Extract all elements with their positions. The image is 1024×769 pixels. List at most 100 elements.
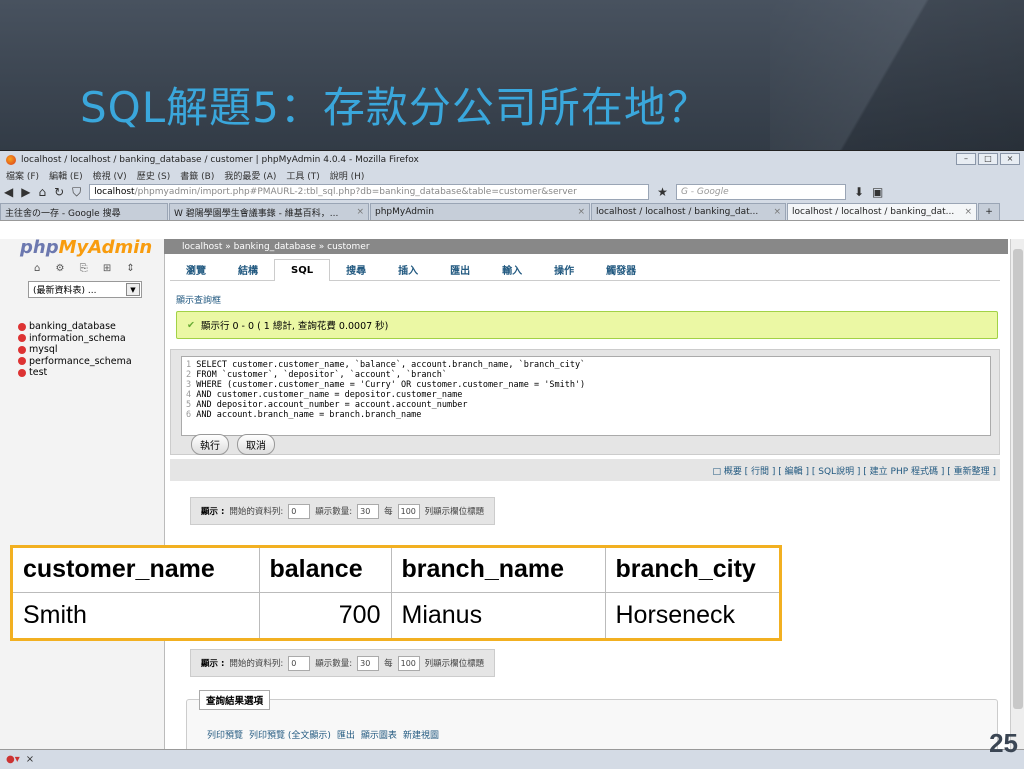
menu-favorites[interactable]: 我的最愛 (A) [224, 169, 276, 182]
menu-icon[interactable]: ▣ [872, 185, 883, 199]
tab-label: 匯出 [450, 266, 471, 277]
tab-search[interactable]: 搜尋 [330, 262, 382, 277]
recent-table-select[interactable]: (最新資料表) ... ▼ [28, 281, 142, 298]
display-chart-link[interactable]: 顯示圖表 [361, 728, 397, 741]
query-options-legend: 查詢結果選項 [199, 690, 271, 710]
db-label: test [29, 367, 48, 378]
tab-triggers[interactable]: 觸發器 [590, 262, 652, 277]
row-count-input[interactable]: 30 [357, 503, 380, 519]
menu-bookmarks[interactable]: 書籤 (B) [180, 169, 214, 182]
sidebar-toolbar-icons[interactable]: ⌂ ⚙ ⎘ ⊞ ⇕ [34, 263, 141, 274]
url-host: localhost [94, 187, 135, 197]
breadcrumb-text[interactable]: localhost » banking_database » customer [182, 242, 370, 252]
start-row-input[interactable]: 0 [288, 503, 311, 519]
row-count-input[interactable]: 30 [357, 655, 380, 671]
shield-icon[interactable]: ⛉ [72, 185, 81, 200]
tab-wikipedia[interactable]: W 碧陽學園學生會議事錄 - 維基百科，... × [169, 203, 369, 220]
tab-import[interactable]: 輸入 [486, 262, 538, 277]
tab-bar: 主往舍の一存 - Google 搜尋 W 碧陽學園學生會議事錄 - 維基百科，.… [0, 202, 1024, 221]
column-header[interactable]: branch_name [391, 548, 606, 593]
maximize-button[interactable]: □ [978, 153, 998, 165]
home-star-icon[interactable]: ★ [657, 185, 668, 199]
sql-line: AND depositor.account_number = account.a… [196, 400, 468, 410]
db-item[interactable]: banking_database [18, 321, 132, 333]
execute-button[interactable]: 執行 [191, 434, 229, 455]
close-tab-icon[interactable]: × [769, 207, 781, 217]
db-item[interactable]: performance_schema [18, 356, 132, 368]
tab-localhost-active[interactable]: localhost / localhost / banking_dat... × [787, 203, 977, 220]
tab-browse[interactable]: 瀏覽 [170, 262, 222, 277]
close-tab-icon[interactable]: × [352, 207, 364, 217]
browser-window: localhost / localhost / banking_database… [0, 150, 1024, 769]
search-input[interactable]: G - Google [675, 184, 846, 200]
back-icon[interactable]: ◀ [4, 185, 13, 199]
minimize-button[interactable]: – [956, 153, 976, 165]
table-cell: 700 [259, 592, 392, 638]
per-label: 每 [384, 659, 393, 669]
start-row-input[interactable]: 0 [288, 655, 311, 671]
menu-tools[interactable]: 工具 (T) [286, 169, 319, 182]
title-bar: localhost / localhost / banking_database… [0, 151, 1024, 168]
close-tab-icon[interactable]: × [960, 207, 972, 217]
column-header[interactable]: balance [259, 548, 392, 593]
db-label: information_schema [29, 332, 126, 344]
tab-export[interactable]: 匯出 [434, 262, 486, 277]
logo-myadmin: MyAdmin [58, 237, 153, 258]
column-header[interactable]: branch_city [605, 548, 779, 593]
cancel-button[interactable]: 取消 [237, 434, 275, 455]
repeat-headers-input[interactable]: 100 [397, 503, 420, 519]
breadcrumb: localhost » banking_database » customer [164, 239, 1008, 254]
print-view-link[interactable]: 列印預覽 [207, 728, 243, 741]
forward-icon[interactable]: ▶ [21, 185, 30, 199]
chevron-down-icon[interactable]: ▼ [126, 283, 140, 296]
export-link[interactable]: 匯出 [337, 728, 355, 741]
repeat-headers-input[interactable]: 100 [397, 655, 420, 671]
show-label: 顯示 : [201, 507, 225, 517]
addon-icon[interactable]: ●▾ [6, 754, 20, 765]
pagination-row-bottom: 顯示 : 開始的資料列: 0 顯示數量: 30 每 100 列顯示欄位標題 [190, 649, 496, 677]
tab-sql[interactable]: SQL [274, 258, 331, 281]
tab-localhost-1[interactable]: localhost / localhost / banking_dat... × [591, 203, 786, 220]
menu-view[interactable]: 檢視 (V) [93, 169, 127, 182]
scrollbar-thumb[interactable] [1013, 249, 1023, 709]
download-icon[interactable]: ⬇ [854, 185, 864, 199]
db-label: mysql [29, 344, 58, 355]
create-view-link[interactable]: 新建視圖 [403, 728, 439, 741]
column-header[interactable]: customer_name [13, 548, 260, 593]
pagination-row-top: 顯示 : 開始的資料列: 0 顯示數量: 30 每 100 列顯示欄位標題 [190, 497, 496, 525]
tab-label: localhost / localhost / banking_dat... [792, 207, 955, 217]
database-tree: banking_database information_schema mysq… [18, 321, 132, 379]
close-button[interactable]: × [1000, 153, 1020, 165]
show-query-box-link[interactable]: 顯示查詢框 [176, 293, 221, 306]
menu-file[interactable]: 檔案 (F) [6, 169, 39, 182]
menu-help[interactable]: 說明 (H) [330, 169, 365, 182]
sql-line: FROM `customer`, `depositor`, `account`,… [196, 370, 448, 380]
tab-operations[interactable]: 操作 [538, 262, 590, 277]
tab-structure[interactable]: 結構 [222, 262, 274, 277]
tab-phpmyadmin[interactable]: phpMyAdmin × [370, 203, 590, 220]
menu-edit[interactable]: 編輯 (E) [49, 169, 83, 182]
close-tab-icon[interactable]: × [573, 207, 585, 217]
db-item[interactable]: information_schema [18, 333, 132, 345]
menu-history[interactable]: 歷史 (S) [137, 169, 171, 182]
reload-icon[interactable]: ↻ [54, 185, 64, 199]
db-item[interactable]: mysql [18, 344, 132, 356]
query-links-bar[interactable]: □ 概要 [ 行間 ] [ 編輯 ] [ SQL說明 ] [ 建立 PHP 程式… [170, 459, 1000, 481]
print-view-full-link[interactable]: 列印預覽 (全文顯示) [249, 728, 331, 741]
phpmyadmin-logo[interactable]: phpMyAdmin [20, 237, 152, 258]
vertical-scrollbar[interactable] [1010, 239, 1024, 751]
database-icon [18, 322, 26, 331]
tab-google[interactable]: 主往舍の一存 - Google 搜尋 [0, 203, 168, 220]
logo-php: php [20, 237, 59, 258]
sql-line: AND customer.customer_name = depositor.c… [196, 390, 463, 400]
sql-code-editor[interactable]: 1 SELECT customer.customer_name, `balanc… [181, 356, 991, 436]
db-item[interactable]: test [18, 367, 132, 379]
pma-sidebar: phpMyAdmin ⌂ ⚙ ⎘ ⊞ ⇕ (最新資料表) ... ▼ bankin… [0, 237, 165, 751]
new-tab-button[interactable]: + [978, 203, 1000, 220]
result-table: customer_name balance branch_name branch… [13, 548, 779, 638]
close-addon-bar[interactable]: × [26, 754, 34, 765]
home-icon[interactable]: ⌂ [38, 185, 46, 199]
url-bar[interactable]: localhost/phpmyadmin/import.php#PMAURL-2… [89, 184, 650, 200]
nav-bar: ◀ ▶ ⌂ ↻ ⛉ localhost/phpmyadmin/import.ph… [0, 182, 1024, 202]
tab-insert[interactable]: 插入 [382, 262, 434, 277]
